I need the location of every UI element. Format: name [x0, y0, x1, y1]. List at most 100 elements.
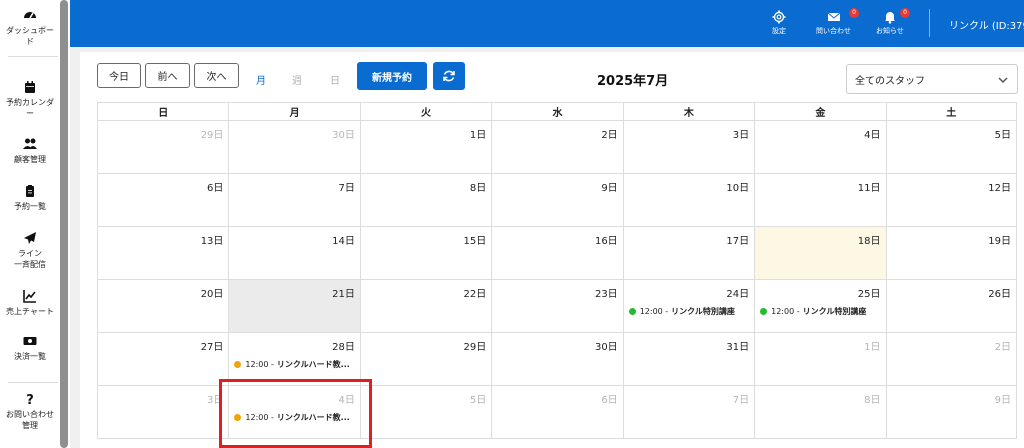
- sidebar-item-dashboard[interactable]: ダッシュボー ド: [0, 8, 60, 47]
- next-button[interactable]: 次へ: [194, 63, 239, 88]
- tab-month[interactable]: 月: [256, 72, 266, 87]
- day-number: 6日: [601, 395, 618, 406]
- day-number: 29日: [463, 342, 487, 353]
- contact-badge: 0: [849, 8, 859, 18]
- calendar-day-cell[interactable]: 29日: [97, 121, 229, 174]
- sidebar-item-calendar[interactable]: 予約カレンダ ー: [0, 80, 60, 119]
- weekday-header: 木: [622, 102, 755, 121]
- calendar-day-cell[interactable]: 3日: [622, 121, 755, 174]
- calendar-day-cell[interactable]: 30日: [491, 333, 623, 386]
- calendar-day-cell[interactable]: 16日: [491, 227, 623, 280]
- day-number: 15日: [463, 236, 487, 247]
- calendar-day-cell[interactable]: 15日: [359, 227, 492, 280]
- calendar-day-cell[interactable]: 17日: [622, 227, 755, 280]
- event-title: リンクルハード教...: [276, 360, 350, 369]
- calendar-event[interactable]: 12:00 - リンクルハード教...: [234, 359, 350, 370]
- new-reservation-button[interactable]: 新規予約: [357, 62, 427, 90]
- sidebar-label: 予約カレンダ ー: [6, 98, 54, 118]
- calendar-day-cell[interactable]: 8日: [754, 386, 886, 439]
- day-number: 9日: [601, 183, 618, 194]
- calendar-day-cell[interactable]: 5日: [885, 121, 1017, 174]
- day-number: 18日: [857, 236, 881, 247]
- sidebar-item-payments[interactable]: 決済一覧: [0, 334, 60, 362]
- sidebar-label: 顧客管理: [14, 155, 46, 164]
- day-number: 10日: [726, 183, 750, 194]
- calendar-day-cell[interactable]: 13日: [97, 227, 229, 280]
- day-number: 19日: [988, 236, 1011, 247]
- calendar-day-cell[interactable]: 8日: [359, 174, 492, 227]
- calendar-week-row: 20日 21日 22日 23日 24日 12:00 - リンクル特別講座 25日 12:00 -…: [97, 280, 1017, 333]
- user-menu[interactable]: リンクル (ID:37922: [949, 17, 1024, 32]
- sidebar-divider: [8, 382, 58, 383]
- calendar-day-cell[interactable]: 6日: [491, 386, 623, 439]
- calendar-day-cell[interactable]: 18日: [754, 227, 886, 280]
- calendar-event[interactable]: 12:00 - リンクル特別講座: [760, 306, 866, 317]
- tab-week[interactable]: 週: [292, 72, 302, 87]
- calendar-day-cell[interactable]: 9日: [885, 386, 1017, 439]
- day-number: 1日: [864, 342, 881, 353]
- calendar-day-cell[interactable]: 21日: [228, 280, 360, 333]
- sidebar-item-inquiries[interactable]: ? お問い合わせ 管理: [0, 392, 60, 431]
- day-number: 8日: [864, 395, 881, 406]
- sidebar-item-sales-chart[interactable]: 売上チャート: [0, 289, 60, 317]
- sidebar-item-reservations[interactable]: 予約一覧: [0, 184, 60, 212]
- notice-button[interactable]: 0 お知らせ: [876, 8, 910, 36]
- calendar-day-cell[interactable]: 14日: [228, 227, 360, 280]
- line-chart-icon: [23, 290, 36, 303]
- calendar-day-cell[interactable]: 31日: [622, 333, 755, 386]
- calendar-day-cell[interactable]: 7日: [228, 174, 360, 227]
- sidebar-item-customers[interactable]: 顧客管理: [0, 137, 60, 165]
- calendar-weekday-header: 日月火水木金土: [97, 102, 1017, 121]
- calendar-day-cell[interactable]: 27日: [97, 333, 229, 386]
- calendar-day-cell[interactable]: 26日: [885, 280, 1017, 333]
- calendar-day-cell[interactable]: 25日 12:00 - リンクル特別講座: [754, 280, 886, 333]
- day-number: 23日: [594, 289, 618, 300]
- bell-icon: [884, 12, 895, 24]
- calendar-day-cell[interactable]: 5日: [359, 386, 492, 439]
- highlight-box: [219, 379, 372, 448]
- calendar-day-cell[interactable]: 20日: [97, 280, 229, 333]
- sidebar-scrollbar[interactable]: [60, 0, 68, 448]
- contact-button[interactable]: 0 問い合わせ: [816, 8, 859, 36]
- settings-label: 設定: [772, 27, 786, 35]
- calendar-day-cell[interactable]: 22日: [359, 280, 492, 333]
- refresh-button[interactable]: [433, 62, 465, 90]
- calendar-day-cell[interactable]: 29日: [359, 333, 492, 386]
- day-number: 5日: [469, 395, 487, 406]
- calendar-day-cell[interactable]: 11日: [754, 174, 886, 227]
- calendar-day-cell[interactable]: 6日: [97, 174, 229, 227]
- calendar-day-cell[interactable]: 24日 12:00 - リンクル特別講座: [622, 280, 755, 333]
- day-number: 7日: [338, 183, 355, 194]
- settings-button[interactable]: 設定: [772, 10, 786, 36]
- sidebar-item-line-broadcast[interactable]: ライン 一斉配信: [0, 231, 60, 270]
- day-number: 2日: [994, 342, 1011, 353]
- envelope-icon: [827, 12, 840, 21]
- calendar-event[interactable]: 12:00 - リンクル特別講座: [628, 306, 735, 317]
- day-number: 31日: [726, 342, 750, 353]
- calendar-day-cell[interactable]: 10日: [622, 174, 755, 227]
- calendar-day-cell[interactable]: 1日: [754, 333, 886, 386]
- calendar-day-cell[interactable]: 12日: [885, 174, 1017, 227]
- calendar-day-cell[interactable]: 23日: [491, 280, 623, 333]
- calendar-day-cell[interactable]: 7日: [622, 386, 755, 439]
- calendar-day-cell[interactable]: 9日: [491, 174, 623, 227]
- sidebar-label: ライン 一斉配信: [14, 249, 46, 269]
- calendar-day-cell[interactable]: 3日: [97, 386, 229, 439]
- paper-plane-icon: [24, 232, 36, 244]
- calendar-day-cell[interactable]: 30日: [228, 121, 360, 174]
- calendar-day-cell[interactable]: 2日: [885, 333, 1017, 386]
- refresh-icon: [443, 70, 455, 82]
- calendar-day-cell[interactable]: 4日: [754, 121, 886, 174]
- calendar-day-cell[interactable]: 19日: [885, 227, 1017, 280]
- tab-day[interactable]: 日: [330, 72, 340, 87]
- prev-button[interactable]: 前へ: [145, 63, 190, 88]
- sidebar-label: お問い合わせ 管理: [6, 410, 54, 430]
- day-number: 30日: [332, 130, 355, 141]
- calendar-day-cell[interactable]: 2日: [491, 121, 623, 174]
- staff-select-value: 全てのスタッフ: [855, 75, 925, 87]
- calendar-day-cell[interactable]: 1日: [359, 121, 492, 174]
- staff-select[interactable]: 全てのスタッフ: [846, 64, 1018, 94]
- event-dot-icon: [760, 308, 768, 315]
- weekday-header: 水: [491, 102, 623, 121]
- today-button[interactable]: 今日: [97, 63, 141, 88]
